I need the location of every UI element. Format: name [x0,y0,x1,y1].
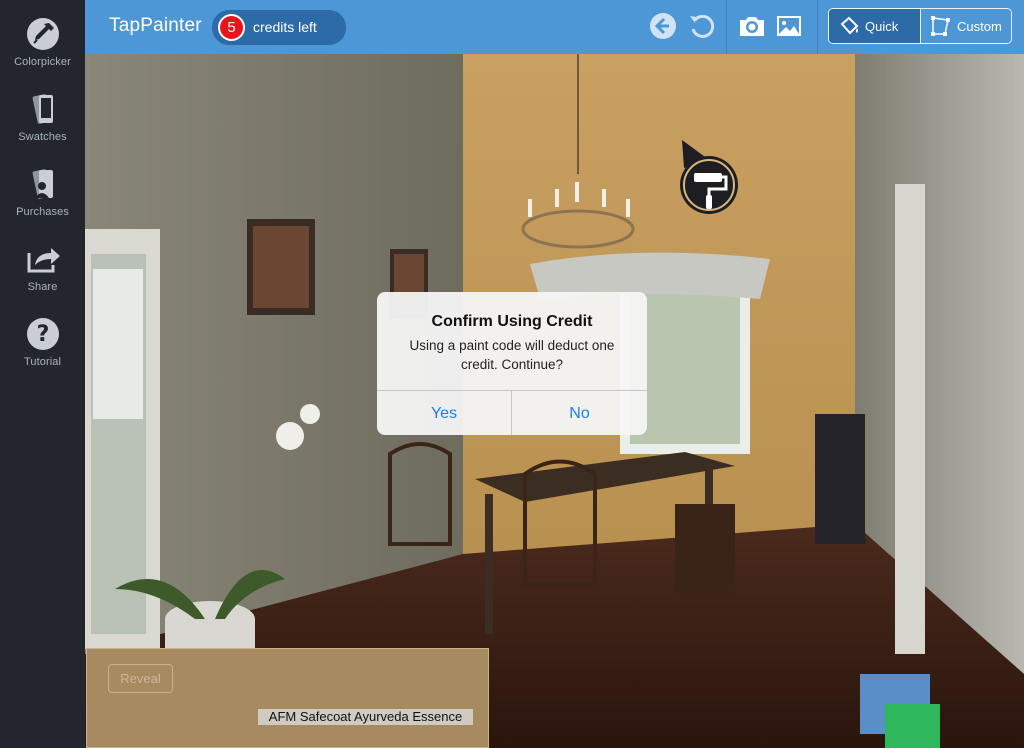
paint-bucket-icon [840,16,859,35]
toolbar-divider [817,0,818,54]
paint-mode-toggle: Quick Custom [828,8,1012,44]
eyedropper-icon [26,18,59,50]
credits-count-badge: 5 [218,14,245,41]
photo-library-icon[interactable] [774,11,804,41]
paint-name-label: AFM Safecoat Ayurveda Essence [258,709,473,725]
back-arrow-icon[interactable] [648,11,678,41]
paint-roller-cursor[interactable] [676,138,742,218]
dialog-message: Using a paint code will deduct one credi… [409,338,615,372]
camera-icon[interactable] [737,11,767,41]
custom-mode-label: Custom [957,18,1002,34]
sidebar-item-colorpicker[interactable]: Colorpicker [0,8,85,78]
undo-icon[interactable] [686,11,716,41]
sidebar-item-label: Swatches [18,131,67,143]
polygon-select-icon [931,16,950,36]
credits-label: credits left [253,19,317,35]
sidebar: Colorpicker Swatches Purchases Share ? T… [0,0,85,748]
sidebar-item-swatches[interactable]: Swatches [0,83,85,153]
app-title: TapPainter [109,15,202,36]
sidebar-item-share[interactable]: Share [0,233,85,303]
svg-text:?: ? [36,322,49,347]
no-button[interactable]: No [512,391,647,435]
quick-mode-button[interactable]: Quick [829,9,921,43]
dialog-title: Confirm Using Credit [431,313,593,330]
color-swatch-panel: Reveal AFM Safecoat Ayurveda Essence [86,648,489,748]
sidebar-item-purchases[interactable]: Purchases [0,158,85,228]
top-bar: TapPainter 5 credits left Quick Custom [85,0,1024,54]
confirm-credit-dialog: Confirm Using Credit Using a paint code … [377,292,647,435]
quick-mode-label: Quick [865,18,899,34]
swatches-icon [32,94,53,124]
credits-indicator[interactable]: 5 credits left [212,10,346,45]
dialog-button-row: Yes No [377,390,647,435]
toolbar-divider [726,0,727,54]
question-icon: ? [26,318,59,350]
reveal-button[interactable]: Reveal [108,664,173,693]
sidebar-item-label: Colorpicker [14,56,71,68]
sidebar-item-label: Share [27,281,58,293]
yes-button[interactable]: Yes [377,391,512,435]
custom-mode-button[interactable]: Custom [921,9,1011,43]
purchases-icon [32,169,53,199]
share-icon [27,248,60,273]
sidebar-item-label: Purchases [16,206,69,218]
sidebar-item-label: Tutorial [23,356,62,368]
sidebar-item-tutorial[interactable]: ? Tutorial [0,308,85,378]
